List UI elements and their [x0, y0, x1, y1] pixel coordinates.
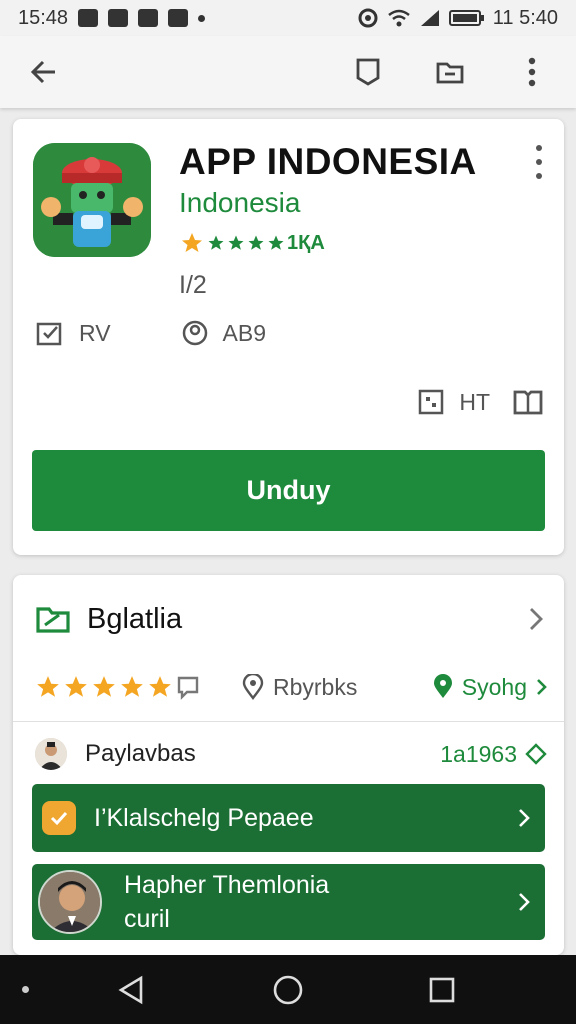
- star-icon: [208, 235, 224, 250]
- list-item-label: Hapher Themlonia: [124, 871, 330, 899]
- square-recents-icon: [429, 977, 455, 1003]
- data-saver-icon: [358, 8, 378, 28]
- overflow-menu-button[interactable]: [512, 52, 552, 92]
- star-icon: [37, 676, 59, 697]
- rating-value: 1ҚA: [287, 231, 325, 254]
- folder-share-icon: [436, 62, 464, 84]
- nav-back-button[interactable]: [113, 972, 149, 1008]
- map-link[interactable]: Syohg: [432, 674, 547, 701]
- person-image: [35, 738, 67, 770]
- section-title: Bglatlia: [87, 602, 183, 635]
- app-title: APP INDONESIA: [179, 141, 477, 182]
- install-button[interactable]: Unduy: [32, 450, 545, 531]
- secondary-clock: 11 5:40: [492, 6, 558, 29]
- list-item-text: Hapher Themlonia curil: [124, 868, 329, 936]
- app-info-card: APP INDONESIA Indonesia 1ҚA I/2 RV AB9 H…: [13, 119, 564, 555]
- diamond-icon: [525, 743, 547, 765]
- account-circle-icon: [182, 320, 207, 346]
- meta-label: RV: [79, 319, 111, 346]
- list-item-sub: curil: [124, 905, 170, 933]
- developer-link[interactable]: Indonesia: [179, 187, 300, 219]
- star-icon: [121, 676, 143, 697]
- status-bar: 15:48 11 5:40: [0, 0, 576, 36]
- more-vert-dot: [536, 159, 542, 165]
- more-vert-dot: [536, 173, 542, 179]
- app-more-button[interactable]: [532, 145, 546, 179]
- list-item[interactable]: Hapher Themlonia curil: [32, 864, 545, 940]
- map-pin-icon: [433, 674, 452, 698]
- back-button[interactable]: [24, 52, 64, 92]
- chevron-right-icon: [537, 679, 547, 695]
- review-count: 1a1963: [440, 741, 547, 768]
- bookmark-button[interactable]: [348, 52, 388, 92]
- side-label: HT: [459, 388, 490, 415]
- signal-icon: [420, 10, 439, 26]
- star-icon: [65, 676, 87, 697]
- meta-item-rating: RV: [35, 319, 111, 347]
- list-item-label: I’Klalschelg Pepaee: [94, 803, 314, 832]
- system-nav-bar: [0, 955, 576, 1024]
- review-row[interactable]: Paylavbas 1a1963: [35, 735, 547, 773]
- star-icon: [228, 235, 244, 250]
- checkbox-icon: [36, 322, 62, 346]
- section-header[interactable]: Bglatlia: [35, 597, 545, 641]
- side-actions: HT: [417, 387, 544, 417]
- nav-indicator-dot: [22, 986, 29, 993]
- share-button[interactable]: [430, 52, 470, 92]
- person-image: [40, 872, 100, 932]
- gallery-notification-icon: [78, 9, 99, 27]
- app-rating: 1ҚA: [179, 231, 325, 255]
- meta-label: AB9: [222, 319, 267, 346]
- chat-notification-icon: [168, 9, 189, 27]
- details-card: Bglatlia Rbyrbks Syohg Paylavbas 1a1963: [13, 575, 564, 955]
- book-icon[interactable]: [512, 387, 544, 417]
- circle-home-icon: [273, 975, 303, 1005]
- top-app-bar: [0, 36, 576, 108]
- clock: 15:48: [18, 6, 69, 29]
- list-item[interactable]: I’Klalschelg Pepaee: [32, 784, 545, 852]
- review-count-value: 1a1963: [440, 740, 517, 767]
- bookmark-icon: [356, 58, 380, 86]
- reviewer-name: Paylavbas: [85, 740, 196, 767]
- star-icon: [248, 235, 264, 250]
- chevron-right-icon: [519, 893, 530, 911]
- message-notification-icon: [138, 9, 159, 27]
- star-icon: [93, 676, 115, 697]
- location-item[interactable]: Rbyrbks: [241, 674, 357, 701]
- star-icon: [149, 676, 171, 697]
- avatar: [35, 738, 67, 770]
- star-icon: [182, 233, 202, 252]
- meta-item-account: AB9: [181, 319, 266, 347]
- location-icon: [242, 674, 264, 700]
- chevron-right-icon: [519, 809, 530, 827]
- app-notification-icon: [108, 9, 129, 27]
- arrow-left-icon: [30, 60, 55, 84]
- meta-row: RV AB9: [35, 319, 266, 347]
- wifi-icon: [387, 9, 410, 27]
- qr-code-icon: [419, 389, 444, 415]
- comment-icon: [177, 676, 199, 700]
- badge-check-icon: [42, 801, 76, 835]
- triangle-back-icon: [118, 975, 143, 1005]
- nav-home-button[interactable]: [270, 972, 306, 1008]
- more-vert-icon: [536, 145, 542, 151]
- location-label: Rbyrbks: [273, 673, 358, 700]
- divider: [13, 721, 564, 722]
- folder-icon: [36, 607, 70, 633]
- chevron-right-icon: [530, 608, 543, 630]
- star-icon: [268, 235, 284, 250]
- more-vert-icon: [528, 57, 536, 87]
- check-icon: [50, 811, 68, 826]
- nav-recents-button[interactable]: [424, 972, 460, 1008]
- rating-row: Rbyrbks Syohg: [35, 667, 547, 707]
- battery-icon: [448, 10, 484, 26]
- qr-item[interactable]: HT: [417, 388, 490, 416]
- star-rating: [35, 674, 201, 700]
- more-notifications-icon: [198, 14, 206, 22]
- app-version: I/2: [179, 271, 207, 299]
- map-link-label: Syohg: [461, 673, 527, 700]
- app-logo: [33, 143, 151, 257]
- app-mascot-image: [33, 143, 151, 257]
- avatar: [38, 870, 102, 934]
